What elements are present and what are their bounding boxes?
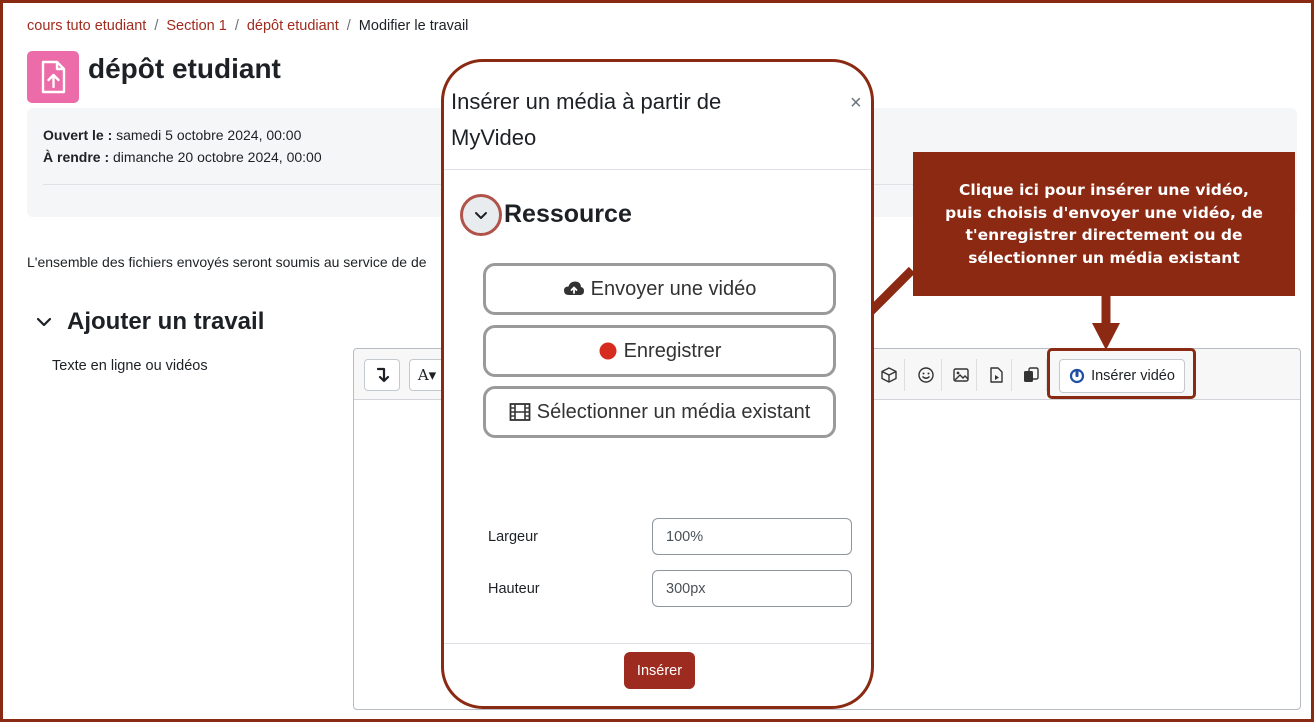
width-label: Largeur [488, 529, 538, 545]
instruction-callout: Clique ici pour insérer une vidéo, puis … [913, 152, 1295, 296]
select-existing-media-label: Sélectionner un média existant [536, 400, 811, 423]
open-date: Ouvert le : samedi 5 octobre 2024, 00:00 [43, 127, 301, 143]
upload-video-button[interactable]: Envoyer une vidéo [483, 263, 836, 315]
cube-icon[interactable] [873, 359, 905, 391]
height-label: Hauteur [488, 581, 540, 597]
undo-icon[interactable] [364, 359, 400, 391]
insert-button[interactable]: Insérer [624, 652, 695, 689]
divider [444, 643, 871, 644]
select-existing-media-button[interactable]: Sélectionner un média existant [483, 386, 836, 438]
page-title: dépôt etudiant [88, 53, 281, 84]
breadcrumb-separator: / [346, 18, 351, 34]
modal-title: Insérer un média à partir de MyVideo [451, 84, 811, 156]
file-upload-icon [27, 51, 79, 103]
media-file-icon[interactable] [980, 359, 1012, 391]
chevron-down-icon[interactable] [460, 194, 502, 236]
chevron-down-icon[interactable] [35, 313, 53, 331]
arrow-head-to-button [1092, 323, 1120, 350]
due-date: À rendre : dimanche 20 octobre 2024, 00:… [43, 149, 322, 165]
due-date-value: dimanche 20 octobre 2024, 00:00 [113, 149, 322, 165]
online-text-label: Texte en ligne ou vidéos [52, 358, 208, 374]
breadcrumb-section[interactable]: Section 1 [166, 18, 226, 34]
insert-video-highlight [1047, 348, 1196, 399]
upload-video-label: Envoyer une vidéo [590, 277, 757, 300]
record-icon [599, 342, 617, 360]
open-date-label: Ouvert le : [43, 127, 113, 143]
film-icon [509, 403, 531, 421]
font-style-icon[interactable]: A▾ [409, 359, 445, 391]
breadcrumb-activity[interactable]: dépôt etudiant [247, 18, 339, 34]
due-date-label: À rendre : [43, 149, 110, 165]
resource-title: Ressource [504, 200, 632, 228]
open-date-value: samedi 5 octobre 2024, 00:00 [116, 127, 302, 143]
callout-text: Clique ici pour insérer une vidéo, puis … [945, 181, 1263, 267]
modal-title-line2: MyVideo [451, 125, 537, 150]
image-icon[interactable] [945, 359, 977, 391]
breadcrumb: cours tuto etudiant / Section 1 / dépôt … [27, 18, 468, 34]
submission-info-text: L'ensemble des fichiers envoyés seront s… [27, 254, 427, 270]
breadcrumb-course[interactable]: cours tuto etudiant [27, 18, 146, 34]
copy-icon[interactable] [1015, 359, 1047, 391]
record-button[interactable]: Enregistrer [483, 325, 836, 377]
emoji-icon[interactable] [910, 359, 942, 391]
divider [444, 169, 871, 170]
insert-media-modal: Insérer un média à partir de MyVideo × R… [441, 59, 874, 709]
cloud-upload-icon [563, 281, 584, 295]
modal-title-line1: Insérer un média à partir de [451, 89, 722, 114]
height-input[interactable] [652, 570, 852, 607]
width-input[interactable] [652, 518, 852, 555]
breadcrumb-separator: / [234, 18, 239, 34]
breadcrumb-separator: / [154, 18, 159, 34]
close-icon[interactable]: × [850, 92, 862, 115]
breadcrumb-current: Modifier le travail [358, 18, 469, 34]
record-label: Enregistrer [623, 339, 722, 362]
section-title: Ajouter un travail [67, 308, 265, 335]
